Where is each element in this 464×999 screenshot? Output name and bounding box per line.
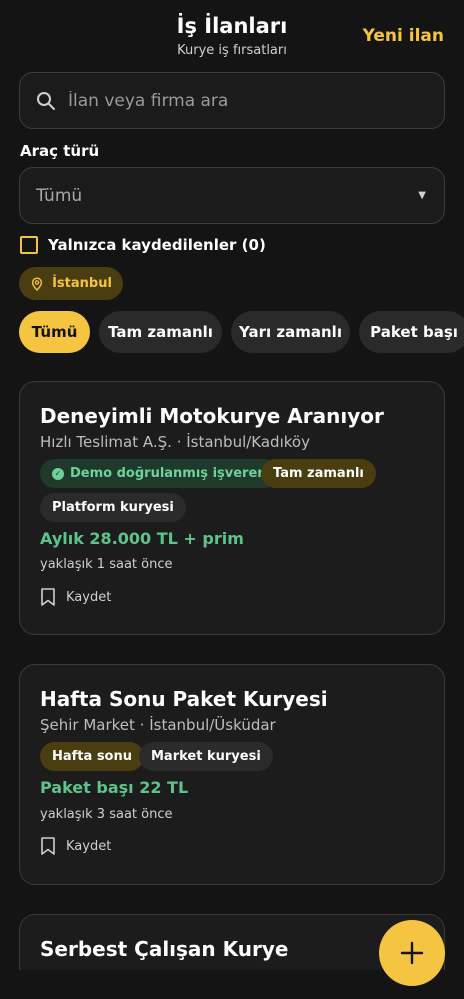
bookmark-icon [41,837,55,855]
filter-chip-per-package[interactable]: Paket başı [359,311,464,353]
vehicle-type-label: Araç türü [20,142,100,160]
search-bar[interactable] [19,72,445,129]
job-posted-time: yaklaşık 3 saat önce [40,807,173,822]
job-tag: Tam zamanlı [261,459,376,488]
search-input[interactable] [68,90,408,111]
vehicle-type-select[interactable]: Tümü ▼ [19,167,445,224]
location-chip[interactable]: İstanbul [19,267,123,300]
vehicle-type-value: Tümü [36,185,83,206]
verified-employer-label: Demo doğrulanmış işveren [70,466,267,481]
location-chip-label: İstanbul [52,276,112,291]
job-company-location: Şehir Market · İstanbul/Üsküdar [40,716,276,734]
save-job-button[interactable]: Kaydet [40,837,111,855]
add-listing-fab[interactable] [379,920,445,986]
job-posted-time: yaklaşık 1 saat önce [40,557,173,572]
saved-only-checkbox[interactable] [20,236,38,254]
verified-employer-badge: ✓ Demo doğrulanmış işveren [40,459,279,488]
job-tag: Market kuryesi [139,742,273,771]
job-type-filters: Tümü Tam zamanlı Yarı zamanlı Paket başı [19,311,464,353]
job-title: Serbest Çalışan Kurye [40,937,289,961]
job-salary: Paket başı 22 TL [40,778,189,797]
job-card[interactable]: Deneyimli Motokurye Aranıyor Hızlı Tesli… [19,381,445,635]
job-card[interactable]: Hafta Sonu Paket Kuryesi Şehir Market · … [19,664,445,885]
job-salary: Aylık 28.000 TL + prim [40,529,244,548]
dropdown-caret-icon: ▼ [418,190,426,201]
check-circle-icon: ✓ [52,467,64,480]
search-icon [37,91,55,110]
filter-chip-full-time[interactable]: Tam zamanlı [99,311,222,353]
job-company-location: Hızlı Teslimat A.Ş. · İstanbul/Kadıköy [40,433,310,451]
filter-chip-all[interactable]: Tümü [19,311,90,353]
bookmark-icon [41,588,55,606]
filter-chip-part-time[interactable]: Yarı zamanlı [231,311,350,353]
location-pin-icon [31,276,43,291]
save-job-button[interactable]: Kaydet [40,588,111,606]
save-job-label: Kaydet [66,589,112,605]
plus-icon [400,941,424,965]
job-tag: Platform kuryesi [40,493,186,522]
saved-only-toggle[interactable]: Yalnızca kaydedilenler (0) [20,236,266,254]
job-tag: Hafta sonu [40,742,144,771]
save-job-label: Kaydet [66,838,112,854]
header: İş İlanları Kurye iş fırsatları Yeni ila… [0,0,464,66]
job-title: Deneyimli Motokurye Aranıyor [40,404,384,428]
saved-only-label: Yalnızca kaydedilenler (0) [48,236,266,254]
new-listing-button[interactable]: Yeni ilan [363,26,444,46]
job-title: Hafta Sonu Paket Kuryesi [40,687,328,711]
